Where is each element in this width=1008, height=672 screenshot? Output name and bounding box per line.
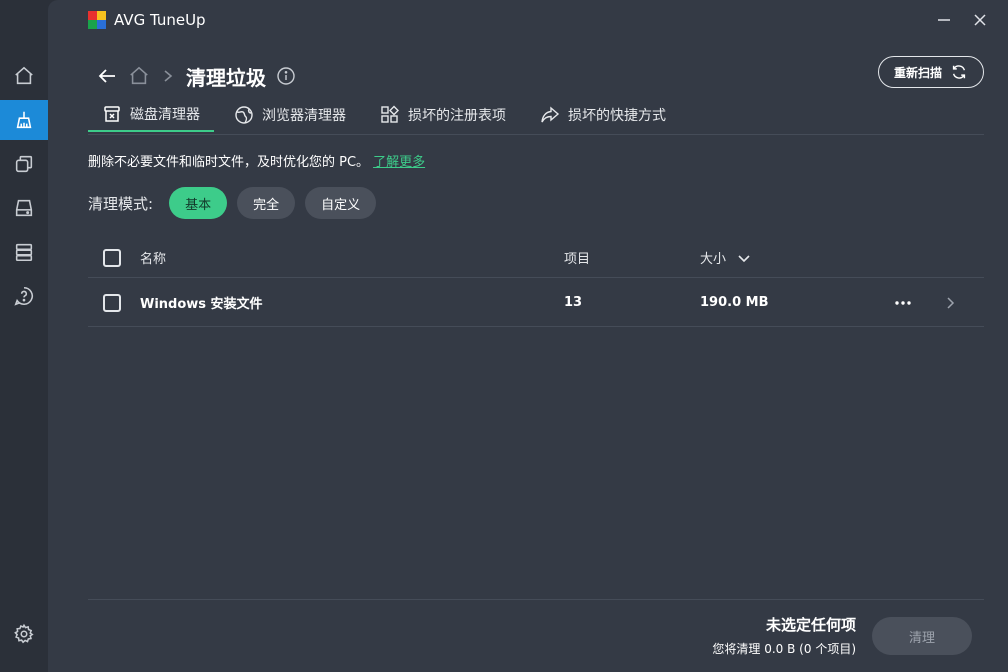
description: 删除不必要文件和临时文件，及时优化您的 PC。 了解更多 xyxy=(88,151,425,170)
minimize-icon xyxy=(938,19,950,21)
learn-more-link[interactable]: 了解更多 xyxy=(373,155,425,170)
cleanup-summary: 您将清理 0.0 B (0 个项目) xyxy=(712,642,856,656)
tab-label: 磁盘清理器 xyxy=(130,107,200,123)
description-text: 删除不必要文件和临时文件，及时优化您的 PC。 xyxy=(88,155,370,170)
tab-label: 损坏的注册表项 xyxy=(408,108,506,124)
row-checkbox[interactable] xyxy=(103,279,121,326)
rescan-label: 重新扫描 xyxy=(893,65,942,80)
column-size-label: 大小 xyxy=(700,252,727,267)
mode-label: 清理模式: xyxy=(88,194,154,213)
info-icon[interactable] xyxy=(276,66,296,86)
column-size[interactable]: 大小 xyxy=(700,238,750,277)
mode-full-button[interactable]: 完全 xyxy=(237,187,296,219)
tab-disk-cleaner[interactable]: 磁盘清理器 xyxy=(88,98,214,132)
registry-icon xyxy=(381,105,399,123)
breadcrumb: 清理垃圾 xyxy=(96,62,296,90)
row-items: 13 xyxy=(564,295,583,310)
column-items[interactable]: 项目 xyxy=(564,238,590,277)
chevron-down-icon xyxy=(738,254,750,262)
tab-browser-cleaner[interactable]: 浏览器清理器 xyxy=(220,98,360,132)
main-panel: AVG TuneUp 清理垃圾 重新扫描 磁盘清理器 浏览器清理器 损坏的注册表… xyxy=(48,0,1008,672)
app-title: AVG TuneUp xyxy=(114,11,206,29)
chevron-right-icon xyxy=(947,296,955,309)
server-icon xyxy=(15,243,33,262)
close-icon xyxy=(974,14,986,26)
gear-icon xyxy=(14,623,34,644)
drive-icon xyxy=(15,199,33,217)
home-icon xyxy=(15,66,33,85)
checkbox-box xyxy=(103,248,121,267)
column-name[interactable]: 名称 xyxy=(140,238,166,277)
tabs-divider xyxy=(88,134,984,135)
chevron-right-icon xyxy=(164,70,173,82)
table-row[interactable]: Windows 安装文件 13 190.0 MB xyxy=(88,279,984,327)
back-arrow-icon[interactable] xyxy=(96,65,118,87)
broom-icon xyxy=(16,111,32,129)
row-size: 190.0 MB xyxy=(700,295,769,310)
tab-bar: 磁盘清理器 浏览器清理器 损坏的注册表项 损坏的快捷方式 xyxy=(88,98,686,134)
footer-divider xyxy=(88,599,984,600)
mode-basic-button[interactable]: 基本 xyxy=(169,187,228,219)
tab-broken-registry[interactable]: 损坏的注册表项 xyxy=(366,98,520,132)
rescan-button[interactable]: 重新扫描 xyxy=(878,56,984,88)
tab-broken-shortcuts[interactable]: 损坏的快捷方式 xyxy=(526,98,680,132)
nav-help[interactable] xyxy=(0,276,48,316)
avg-logo xyxy=(88,11,106,29)
selection-status: 未选定任何项 xyxy=(765,616,856,634)
layers-icon xyxy=(15,155,33,173)
refresh-icon xyxy=(952,65,966,79)
sidebar xyxy=(0,0,48,672)
expand-row-button[interactable] xyxy=(946,279,956,326)
nav-home[interactable] xyxy=(0,56,48,96)
nav-apps[interactable] xyxy=(0,232,48,272)
select-all-checkbox[interactable] xyxy=(103,238,121,277)
table-header: 名称 项目 大小 xyxy=(88,238,984,278)
clean-mode-selector: 清理模式: 基本 完全 自定义 xyxy=(88,187,377,219)
mode-custom-button[interactable]: 自定义 xyxy=(305,187,377,219)
checkbox-box xyxy=(103,293,121,312)
disk-clean-icon xyxy=(104,106,120,122)
page-title: 清理垃圾 xyxy=(186,65,266,90)
nav-optimize[interactable] xyxy=(0,144,48,184)
nav-drive[interactable] xyxy=(0,188,48,228)
more-options-button[interactable] xyxy=(894,279,912,326)
close-button[interactable] xyxy=(968,8,992,32)
title-bar: AVG TuneUp xyxy=(88,8,206,32)
row-name: Windows 安装文件 xyxy=(140,297,263,312)
tab-label: 损坏的快捷方式 xyxy=(568,108,666,124)
nav-settings[interactable] xyxy=(0,614,48,654)
more-icon xyxy=(895,300,911,305)
shortcut-icon xyxy=(541,106,560,123)
clean-button[interactable]: 清理 xyxy=(872,617,972,655)
home-icon[interactable] xyxy=(128,65,150,87)
tab-label: 浏览器清理器 xyxy=(262,108,346,124)
globe-icon xyxy=(235,106,253,124)
help-icon xyxy=(14,286,33,306)
minimize-button[interactable] xyxy=(932,8,956,32)
nav-clean-junk[interactable] xyxy=(0,100,48,140)
